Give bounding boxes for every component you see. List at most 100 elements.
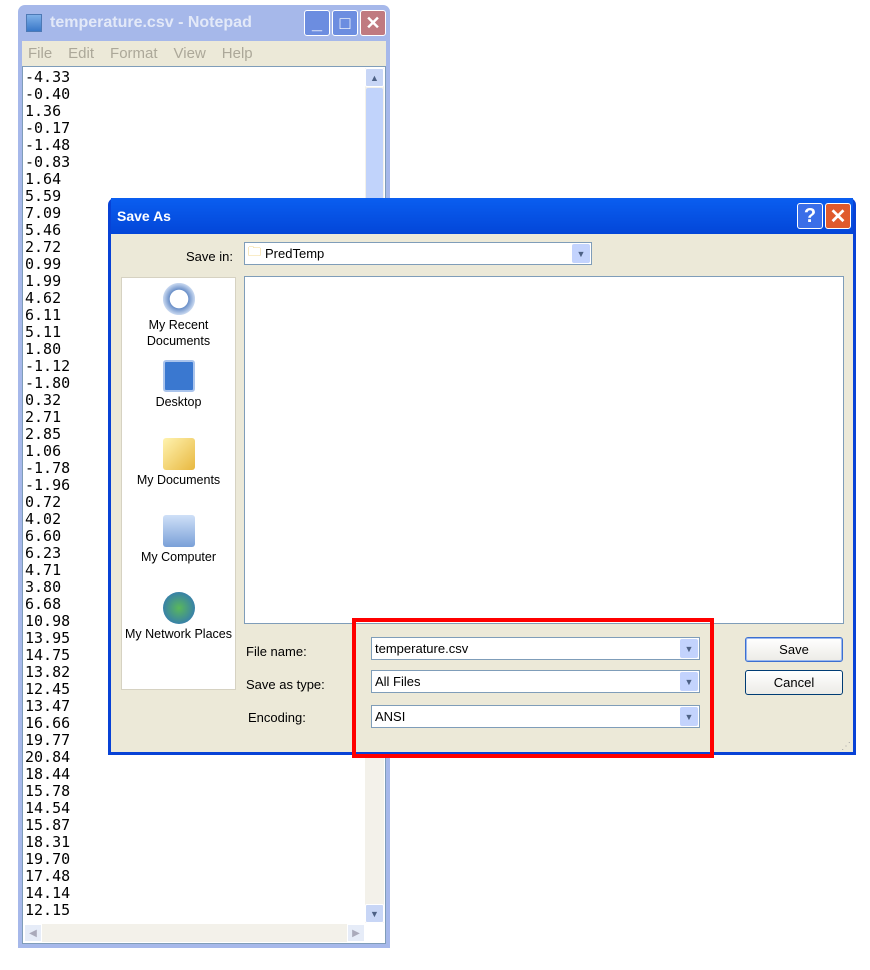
notepad-title-bar: temperature.csv - Notepad _ □ ✕	[22, 5, 386, 41]
maximize-button[interactable]: □	[332, 10, 358, 36]
text-line: 0.99	[25, 255, 62, 273]
text-line: 6.60	[25, 527, 62, 545]
place-label: My Recent Documents	[146, 318, 211, 348]
text-line: 6.11	[25, 306, 62, 324]
dialog-title-bar: Save As ? ✕	[111, 198, 853, 234]
help-button[interactable]: ?	[797, 203, 823, 229]
save-in-dropdown[interactable]: 🗀 PredTemp ▼	[244, 242, 592, 265]
menu-help[interactable]: Help	[216, 45, 259, 62]
text-line: 10.98	[25, 612, 71, 630]
dialog-close-button[interactable]: ✕	[825, 203, 851, 229]
text-line: 18.31	[25, 833, 71, 851]
text-line: 6.68	[25, 595, 62, 613]
text-line: 0.32	[25, 391, 62, 409]
text-line: 4.02	[25, 510, 62, 528]
text-line: 12.15	[25, 901, 71, 919]
menu-bar: File Edit Format View Help	[22, 41, 386, 66]
desktop-icon	[162, 360, 195, 392]
text-line: 14.14	[25, 884, 71, 902]
file-name-label: File name:	[246, 644, 307, 659]
save-in-label: Save in:	[186, 249, 233, 264]
encoding-label: Encoding:	[248, 710, 306, 725]
chevron-down-icon[interactable]: ▼	[572, 244, 590, 263]
place-my-documents[interactable]: My Documents	[122, 438, 235, 488]
text-line: -0.83	[25, 153, 71, 171]
menu-format[interactable]: Format	[104, 45, 164, 62]
file-list[interactable]	[244, 276, 844, 624]
save-as-type-label: Save as type:	[246, 677, 325, 692]
place-label: My Computer	[140, 550, 217, 564]
place-desktop[interactable]: Desktop	[122, 360, 235, 410]
scroll-left-icon[interactable]: ◀	[24, 924, 42, 942]
text-line: -1.12	[25, 357, 71, 375]
place-label: Desktop	[155, 395, 202, 409]
text-line: 14.75	[25, 646, 71, 664]
menu-view[interactable]: View	[168, 45, 212, 62]
text-line: 2.71	[25, 408, 62, 426]
text-line: 5.46	[25, 221, 62, 239]
menu-edit[interactable]: Edit	[62, 45, 100, 62]
text-line: 13.47	[25, 697, 71, 715]
text-line: 13.95	[25, 629, 71, 647]
save-button[interactable]: Save	[745, 637, 843, 662]
dialog-title: Save As	[117, 208, 171, 224]
text-line: 1.64	[25, 170, 62, 188]
text-line: 3.80	[25, 578, 62, 596]
scroll-thumb[interactable]	[366, 88, 383, 208]
places-bar: My Recent Documents Desktop My Documents…	[121, 277, 236, 690]
text-line: 5.59	[25, 187, 62, 205]
save-in-value: PredTemp	[265, 246, 325, 261]
text-line: 2.85	[25, 425, 62, 443]
text-line: 15.87	[25, 816, 71, 834]
text-line: 6.23	[25, 544, 62, 562]
recent-documents-icon	[162, 283, 195, 315]
minimize-button[interactable]: _	[304, 10, 330, 36]
text-line: -1.80	[25, 374, 71, 392]
my-computer-icon	[162, 515, 195, 547]
text-line: 12.45	[25, 680, 71, 698]
place-label: My Documents	[136, 473, 221, 487]
text-line: 4.62	[25, 289, 62, 307]
text-line: 18.44	[25, 765, 71, 783]
cancel-button[interactable]: Cancel	[745, 670, 843, 695]
my-network-places-icon	[162, 592, 195, 624]
text-line: -0.17	[25, 119, 71, 137]
text-line: 7.09	[25, 204, 62, 222]
close-button[interactable]: ✕	[360, 10, 386, 36]
text-line: 5.11	[25, 323, 62, 341]
place-my-computer[interactable]: My Computer	[122, 515, 235, 565]
horizontal-scrollbar[interactable]: ◀ ▶	[24, 924, 365, 942]
text-line: 4.71	[25, 561, 62, 579]
text-line: -1.78	[25, 459, 71, 477]
text-line: 19.77	[25, 731, 71, 749]
text-line: 0.72	[25, 493, 62, 511]
place-recent-documents[interactable]: My Recent Documents	[122, 283, 235, 349]
resize-grip-icon[interactable]: ⋰	[841, 741, 851, 752]
text-line: 2.72	[25, 238, 62, 256]
text-line: 20.84	[25, 748, 71, 766]
place-label: My Network Places	[125, 627, 232, 641]
scroll-right-icon[interactable]: ▶	[347, 924, 365, 942]
text-line: 1.80	[25, 340, 62, 358]
my-documents-icon	[162, 438, 195, 470]
text-line: 1.99	[25, 272, 62, 290]
text-line: -4.33	[25, 68, 71, 86]
place-my-network[interactable]: My Network Places	[122, 592, 235, 642]
text-line: 13.82	[25, 663, 71, 681]
text-line: 16.66	[25, 714, 71, 732]
notepad-title: temperature.csv - Notepad	[50, 14, 252, 31]
folder-icon: 🗀	[248, 243, 262, 259]
text-line: 14.54	[25, 799, 71, 817]
menu-file[interactable]: File	[22, 45, 58, 62]
text-line: 1.06	[25, 442, 62, 460]
highlight-box	[352, 618, 714, 758]
text-line: -0.40	[25, 85, 71, 103]
scroll-up-icon[interactable]: ▲	[365, 68, 384, 87]
text-line: 1.36	[25, 102, 62, 120]
text-line: 17.48	[25, 867, 71, 885]
text-line: 19.70	[25, 850, 71, 868]
text-content: -4.33 -0.40 1.36 -0.17 -1.48 -0.83 1.64 5.59 7.0…	[25, 69, 70, 919]
text-line: -1.96	[25, 476, 71, 494]
scroll-down-icon[interactable]: ▼	[365, 904, 384, 923]
text-line: -1.48	[25, 136, 71, 154]
